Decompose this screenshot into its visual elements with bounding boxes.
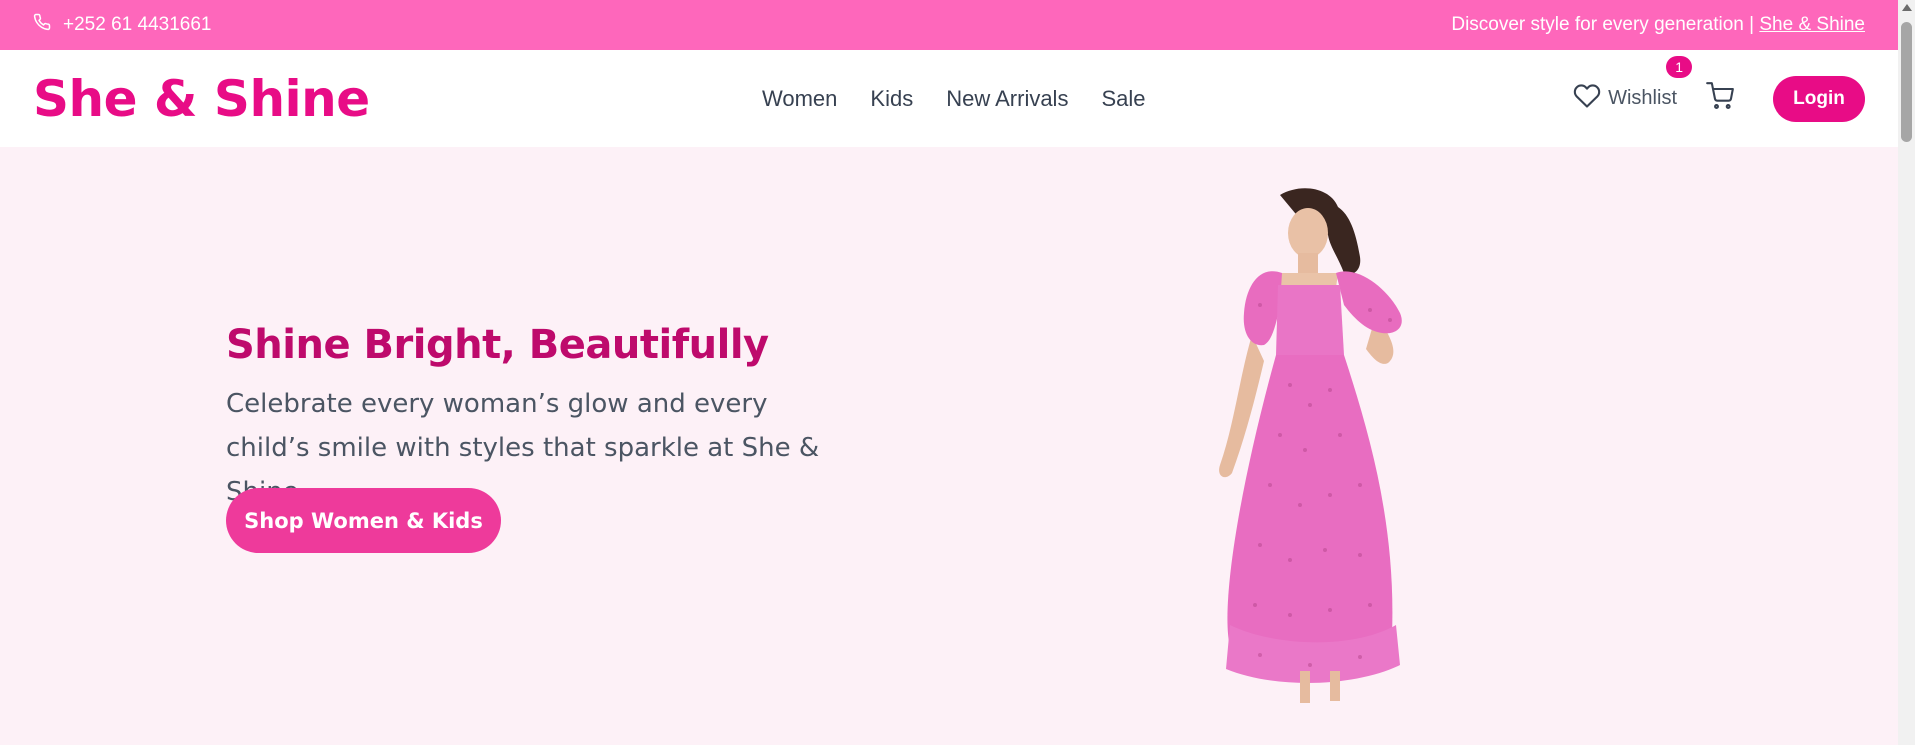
phone-icon	[33, 13, 51, 37]
nav-new-arrivals[interactable]: New Arrivals	[946, 86, 1068, 112]
page-scrollbar[interactable]	[1898, 0, 1915, 745]
nav-sale[interactable]: Sale	[1101, 86, 1145, 112]
cart-button[interactable]	[1705, 82, 1735, 115]
main-header: She & Shine Women Kids New Arrivals Sale…	[0, 50, 1898, 147]
wishlist-count-badge: 1	[1666, 55, 1693, 78]
tagline: Discover style for every generation | Sh…	[1451, 14, 1865, 36]
brand-link[interactable]: She & Shine	[1759, 14, 1865, 35]
cart-icon	[1705, 82, 1735, 115]
hero-model-image	[1219, 188, 1402, 703]
phone-number: +252 61 4431661	[63, 14, 212, 35]
hero-title: Shine Bright, Beautifully	[226, 322, 769, 368]
tagline-text: Discover style for every generation |	[1451, 14, 1760, 35]
heart-icon	[1572, 82, 1602, 116]
wishlist-label: Wishlist	[1608, 87, 1677, 109]
shop-women-kids-button[interactable]: Shop Women & Kids	[226, 488, 501, 553]
phone-contact: +252 61 4431661	[33, 13, 211, 37]
scroll-thumb[interactable]	[1901, 22, 1912, 142]
top-announcement-bar: +252 61 4431661 Discover style for every…	[0, 0, 1898, 50]
nav-women[interactable]: Women	[762, 86, 837, 112]
nav-kids[interactable]: Kids	[870, 86, 913, 112]
header-actions: Wishlist 1 Login	[1572, 50, 1865, 147]
wishlist-link[interactable]: Wishlist 1	[1572, 55, 1693, 116]
site-logo[interactable]: She & Shine	[33, 70, 370, 128]
login-button[interactable]: Login	[1773, 75, 1865, 122]
scroll-up-arrow-icon[interactable]	[1902, 4, 1912, 11]
hero-section: Shine Bright, Beautifully Celebrate ever…	[0, 147, 1898, 745]
main-nav: Women Kids New Arrivals Sale	[762, 50, 1146, 147]
